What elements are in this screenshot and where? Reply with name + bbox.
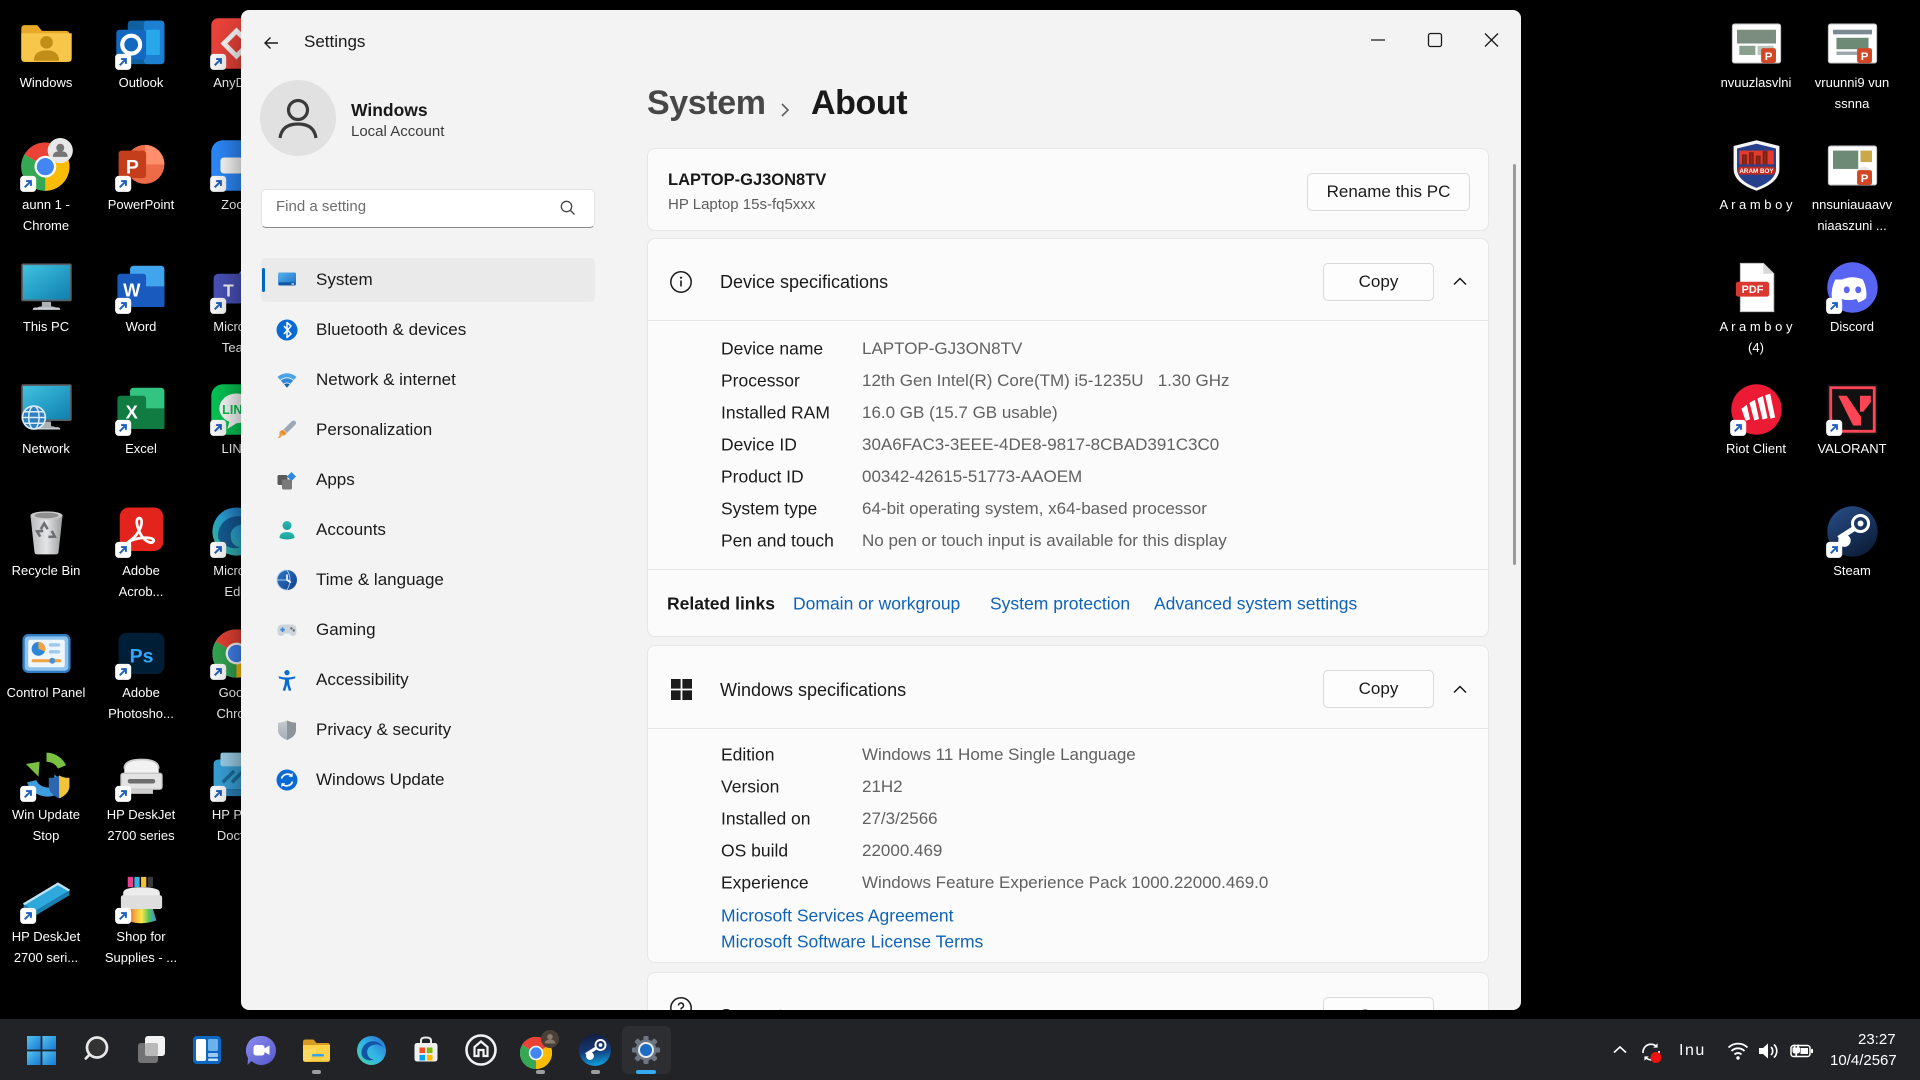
svg-text:X: X xyxy=(125,402,138,423)
svg-text:Ps: Ps xyxy=(129,646,153,668)
svg-text:P: P xyxy=(1764,51,1772,63)
svg-text:ARAM BOY: ARAM BOY xyxy=(1739,168,1774,175)
svg-text:W: W xyxy=(123,280,141,301)
svg-text:P: P xyxy=(1860,173,1868,185)
svg-text:T: T xyxy=(223,281,234,301)
svg-text:P: P xyxy=(1860,51,1868,63)
svg-text:PDF: PDF xyxy=(1741,284,1763,296)
svg-text:P: P xyxy=(125,157,138,179)
